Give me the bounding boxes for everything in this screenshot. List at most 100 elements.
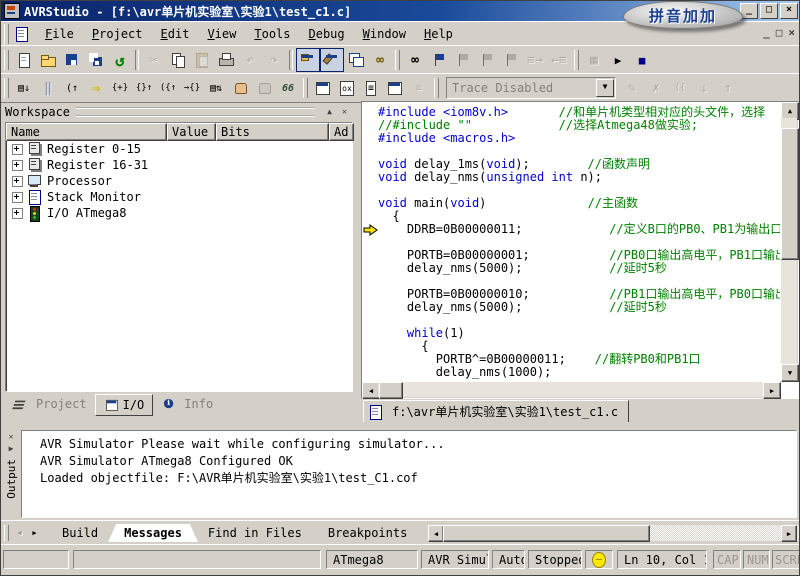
expand-plus-icon[interactable] (12, 192, 23, 203)
watch-glasses-button[interactable]: 66 (276, 76, 300, 100)
column-header-name[interactable]: Name (6, 123, 167, 141)
mdi-restore-button[interactable]: □ (776, 26, 783, 39)
scroll-down-icon[interactable]: ▼ (781, 364, 799, 382)
step-out-button[interactable]: {}↑ (132, 76, 156, 100)
workspace-tab-project[interactable]: Project (5, 394, 95, 414)
prev-bookmark-button[interactable] (475, 48, 499, 72)
open-folder-button[interactable] (36, 48, 60, 72)
menu-grip[interactable] (4, 24, 9, 44)
menu-tools[interactable]: Tools (245, 25, 299, 43)
run-to-cursor-button[interactable]: ⇒ (84, 76, 108, 100)
disassembler-window-button[interactable] (383, 76, 407, 100)
step-over-button[interactable]: {+} (108, 76, 132, 100)
tabs-scroll-right-icon[interactable]: ▶ (28, 526, 41, 540)
bottom-tab-find-in-files[interactable]: Find in Files (192, 524, 318, 542)
tree-row[interactable]: Register 0-15 (6, 141, 352, 157)
menu-window[interactable]: Window (354, 25, 415, 43)
hand-disabled-button[interactable] (252, 76, 276, 100)
bottom-tab-breakpoints[interactable]: Breakpoints (312, 524, 423, 542)
mdi-close-button[interactable]: × (788, 26, 795, 39)
menu-debug[interactable]: Debug (300, 25, 354, 43)
tree-row[interactable]: I/O ATmega8 (6, 205, 352, 221)
bottom-grip[interactable] (4, 525, 9, 541)
indent-button[interactable]: ≡→ (523, 48, 547, 72)
run-button[interactable]: ▶ (606, 48, 630, 72)
code-line[interactable]: DDRB=0B00000011; //定义B口的PB0、PB1为输出口 (378, 223, 780, 236)
bookmark-button[interactable] (427, 48, 451, 72)
trace-down-button[interactable]: ↓ (692, 76, 716, 100)
remove-trace-button[interactable]: ✗ (644, 76, 668, 100)
workspace-close-icon[interactable]: ✕ (338, 106, 351, 118)
set-trace-button[interactable]: ✎ (620, 76, 644, 100)
stop-button[interactable]: ■ (630, 48, 654, 72)
toolbar-grip[interactable] (395, 50, 400, 70)
tree-row[interactable]: Processor (6, 173, 352, 189)
cascade-windows-button[interactable] (344, 48, 368, 72)
find-in-files-button[interactable]: ∞ (368, 48, 392, 72)
paste-button[interactable] (190, 48, 214, 72)
grid-button[interactable]: ▦ (582, 48, 606, 72)
expand-plus-icon[interactable] (12, 160, 23, 171)
mdi-child-icon[interactable] (14, 27, 30, 41)
code-line[interactable]: delay_nms(5000); //延时5秒 (378, 262, 780, 275)
next-bookmark-button[interactable] (451, 48, 475, 72)
toolbar-grip[interactable] (303, 78, 308, 98)
new-document-button[interactable] (12, 48, 36, 72)
bottom-tab-build[interactable]: Build (52, 524, 114, 542)
output-pin-icon[interactable]: ▶ (5, 443, 17, 455)
toggle-trace-button[interactable]: ({ (668, 76, 692, 100)
hand-button[interactable] (228, 76, 252, 100)
code-line[interactable]: void delay_nms(unsigned int n); (378, 171, 780, 184)
tabs-scroll-left-icon[interactable]: ◀ (13, 526, 26, 540)
menu-help[interactable]: Help (415, 25, 462, 43)
toggle-output-button[interactable] (320, 48, 344, 72)
code-line[interactable]: #include <macros.h> (378, 132, 780, 145)
save-all-button[interactable] (84, 48, 108, 72)
auto-step-button[interactable]: ▤↓ (12, 76, 36, 100)
output-scroll-right-icon[interactable]: ▶ (781, 525, 797, 542)
toggle-workspace-button[interactable] (296, 48, 320, 72)
toolbar-grip[interactable] (574, 50, 579, 70)
output-scroll-left-icon[interactable]: ◀ (428, 525, 444, 542)
toolbar-grip[interactable] (4, 50, 9, 70)
expand-plus-icon[interactable] (12, 144, 23, 155)
workspace-drag-handle[interactable] (76, 107, 315, 117)
register-window-button[interactable]: ox (335, 76, 359, 100)
cut-button[interactable]: ✂ (142, 48, 166, 72)
mdi-minimize-button[interactable]: _ (763, 26, 770, 39)
menu-view[interactable]: View (198, 25, 245, 43)
hscroll-thumb[interactable] (379, 382, 403, 399)
refresh-button[interactable]: ↺ (108, 48, 132, 72)
output-hscrollbar[interactable]: ◀ ▶ (428, 525, 800, 541)
outdent-button[interactable]: ←≡ (547, 48, 571, 72)
copy-button[interactable] (166, 48, 190, 72)
toolbar-grip[interactable] (434, 78, 439, 98)
expand-plus-icon[interactable] (12, 208, 23, 219)
code-area[interactable]: #include <iom8v.h> //和单片机类型相对应的头文件，选择//#… (378, 106, 780, 381)
find-button[interactable]: ∞ (403, 48, 427, 72)
trace-combo[interactable]: Trace Disabled▼ (446, 77, 616, 99)
output-panel[interactable]: AVR Simulator Please wait while configur… (21, 430, 797, 518)
output-hscroll-thumb[interactable] (443, 525, 650, 542)
output-close-icon[interactable]: ✕ (5, 431, 17, 443)
vscroll-thumb[interactable] (781, 128, 799, 260)
step-into-button[interactable]: ({↑ (156, 76, 180, 100)
run-out-button[interactable]: →{} (180, 76, 204, 100)
scroll-right-icon[interactable]: ▶ (763, 382, 781, 399)
reset-button[interactable]: (↑ (60, 76, 84, 100)
menu-edit[interactable]: Edit (152, 25, 199, 43)
toolbar-grip[interactable] (4, 78, 9, 98)
code-line[interactable]: while(1) (378, 327, 780, 340)
redo-button[interactable]: ↷ (262, 48, 286, 72)
watch-window-button[interactable] (311, 76, 335, 100)
column-header-ad[interactable]: Ad (329, 123, 354, 141)
trace-up-button[interactable]: ↑ (716, 76, 740, 100)
break-button[interactable]: ‖ (36, 76, 60, 100)
editor-hscrollbar[interactable]: ◀ ▶ (362, 382, 781, 398)
code-line[interactable]: delay_nms(5000); //延时5秒 (378, 301, 780, 314)
print-button[interactable] (214, 48, 238, 72)
tree-row[interactable]: Stack Monitor (6, 189, 352, 205)
save-button[interactable] (60, 48, 84, 72)
close-button[interactable]: × (780, 3, 798, 19)
expand-plus-icon[interactable] (12, 176, 23, 187)
